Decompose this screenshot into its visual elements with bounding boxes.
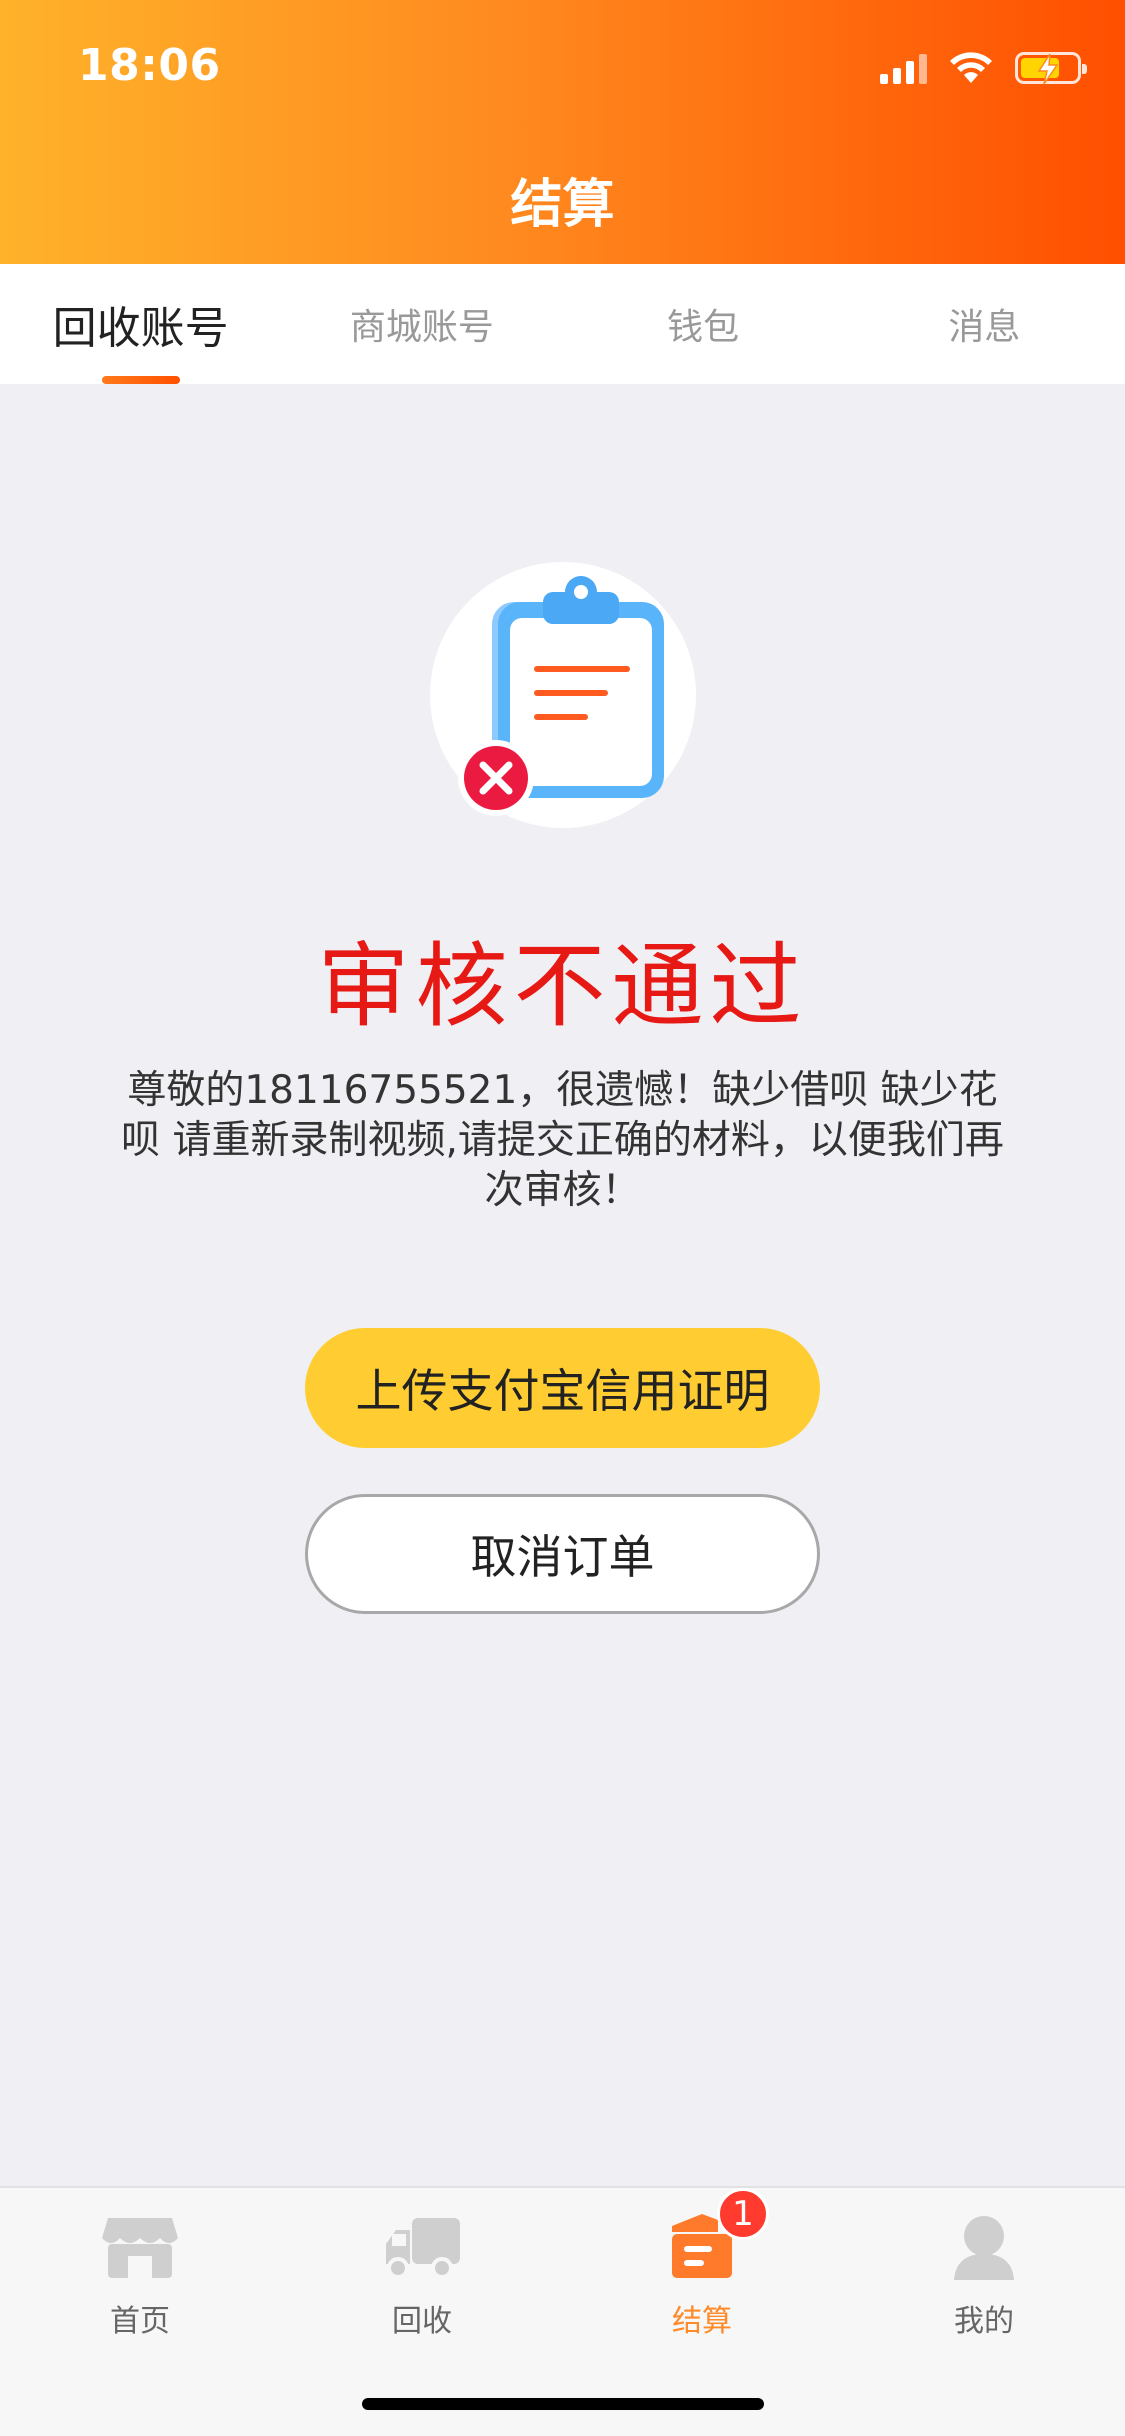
nav-item-home[interactable]: 首页 — [40, 2212, 240, 2352]
store-icon — [100, 2212, 180, 2282]
page-title: 结算 — [510, 175, 615, 235]
result-title: 审核不通过 — [317, 933, 808, 1040]
tab-mall-account[interactable]: 商城账号 — [281, 264, 562, 384]
nav-label: 回收 — [392, 2304, 452, 2339]
wifi-icon — [949, 51, 993, 85]
nav-item-profile[interactable]: 我的 — [884, 2212, 1084, 2352]
nav-label: 我的 — [954, 2304, 1014, 2339]
settlement-icon: 1 — [662, 2188, 769, 2282]
tab-label: 商城账号 — [349, 307, 494, 348]
battery-icon — [1015, 52, 1087, 85]
settlement-page: 18:06 结算 回收账号 商城账号 钱包 消息 审核不通过 尊敬的181167… — [0, 0, 1125, 2436]
nav-item-settlement[interactable]: 1 结算 — [602, 2188, 802, 2352]
status-time: 18:06 — [78, 40, 221, 91]
header: 18:06 结算 — [0, 0, 1125, 264]
cancel-order-button[interactable]: 取消订单 — [305, 1494, 820, 1614]
truck-icon — [382, 2212, 462, 2282]
tab-messages[interactable]: 消息 — [844, 264, 1125, 384]
home-indicator[interactable] — [362, 2398, 764, 2410]
result-description: 尊敬的18116755521，很遗憾！缺少借呗 缺少花呗 请重新录制视频,请提交… — [121, 1068, 1004, 1213]
tab-label: 消息 — [948, 307, 1021, 348]
tab-wallet[interactable]: 钱包 — [563, 264, 844, 384]
tab-recycle-account[interactable]: 回收账号 — [0, 264, 281, 384]
cellular-signal-icon — [880, 52, 927, 84]
clipboard-rejected-icon — [430, 562, 696, 828]
nav-label: 结算 — [672, 2304, 732, 2339]
notification-badge: 1 — [717, 2188, 769, 2240]
user-icon — [944, 2212, 1024, 2282]
active-tab-indicator — [101, 376, 180, 384]
tab-label: 回收账号 — [52, 303, 229, 354]
nav-label: 首页 — [110, 2304, 170, 2339]
nav-item-recycle[interactable]: 回收 — [322, 2212, 522, 2352]
upload-alipay-credit-button[interactable]: 上传支付宝信用证明 — [305, 1328, 820, 1448]
status-icons — [880, 48, 1087, 88]
tab-bar: 回收账号 商城账号 钱包 消息 — [0, 264, 1125, 384]
bottom-nav: 首页 回收 1 结算 我的 — [0, 2186, 1125, 2436]
tab-label: 钱包 — [667, 307, 740, 348]
